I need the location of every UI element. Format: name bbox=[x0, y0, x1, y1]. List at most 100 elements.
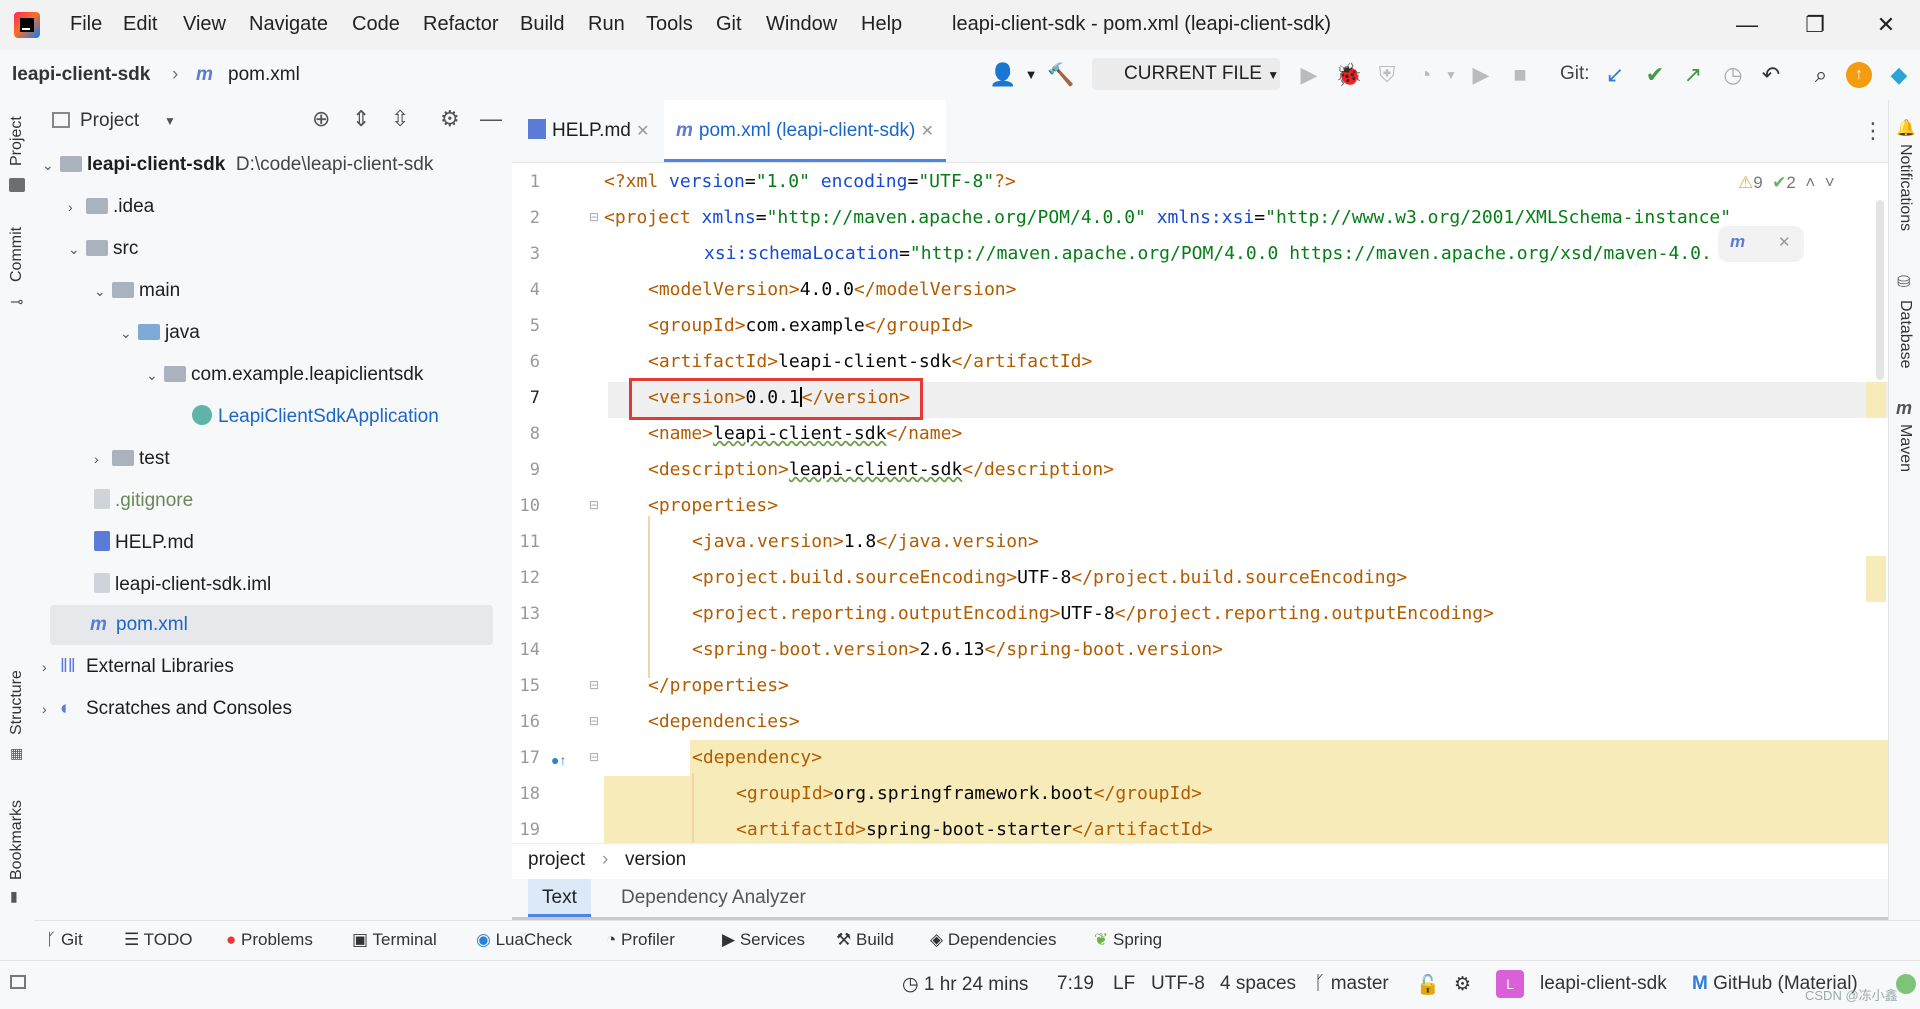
menu-refactor[interactable]: Refactor bbox=[423, 13, 499, 36]
tab-help-md[interactable]: HELP.md ✕ bbox=[516, 100, 662, 162]
tree-item-application[interactable]: LeapiClientSdkApplication bbox=[192, 396, 439, 438]
chevron-down-icon[interactable]: ▼ bbox=[1016, 60, 1046, 90]
chevron-down-icon[interactable]: ▼ bbox=[1436, 60, 1466, 90]
breadcrumb-project[interactable]: leapi-client-sdk bbox=[12, 64, 150, 86]
status-line-separator[interactable]: LF bbox=[1113, 973, 1135, 995]
close-icon[interactable]: ✕ bbox=[1778, 233, 1791, 251]
project-panel-title[interactable]: Project bbox=[80, 110, 139, 132]
run-config-selector[interactable]: CURRENT FILE ▼ bbox=[1092, 58, 1280, 90]
collapse-all-icon[interactable]: ⇳ bbox=[391, 106, 409, 132]
project-tool-tab[interactable]: Project bbox=[8, 116, 26, 166]
notifications-tool-tab[interactable]: Notifications bbox=[1896, 144, 1914, 231]
hide-icon[interactable]: — bbox=[480, 106, 502, 132]
menu-code[interactable]: Code bbox=[352, 13, 400, 36]
git-commit-icon[interactable]: ✔ bbox=[1640, 60, 1670, 90]
database-tool-tab[interactable]: Database bbox=[1896, 300, 1914, 369]
editor-scrollbar[interactable] bbox=[1876, 200, 1884, 380]
tool-services[interactable]: ▶ Services bbox=[722, 930, 805, 950]
tab-dependency-analyzer[interactable]: Dependency Analyzer bbox=[607, 879, 820, 917]
tool-terminal[interactable]: ▣ Terminal bbox=[352, 930, 437, 950]
tree-item-external-libraries[interactable]: › ǁǁ External Libraries bbox=[42, 646, 234, 688]
intellij-logo-icon[interactable] bbox=[14, 12, 40, 38]
tree-item-package[interactable]: ⌄ com.example.leapiclientsdk bbox=[146, 354, 423, 396]
chevron-down-icon[interactable]: ˅ bbox=[1825, 173, 1835, 192]
user-icon[interactable]: 👤 bbox=[988, 60, 1018, 90]
fold-icon[interactable]: ⊟ bbox=[589, 498, 599, 512]
tree-item-help[interactable]: HELP.md bbox=[94, 522, 194, 564]
tab-text[interactable]: Text bbox=[528, 879, 591, 917]
maven-reload-popup[interactable]: m ✕ bbox=[1718, 226, 1804, 262]
more-icon[interactable]: ⋮ bbox=[1862, 118, 1884, 144]
tree-item-src[interactable]: ⌄ src bbox=[68, 228, 138, 270]
build-hammer-icon[interactable]: 🔨 bbox=[1046, 60, 1076, 90]
git-update-icon[interactable]: ↙ bbox=[1600, 60, 1630, 90]
step-icon[interactable]: ▶ bbox=[1466, 60, 1496, 90]
tool-git[interactable]: ᚴ Git bbox=[46, 930, 83, 950]
close-icon[interactable]: ✕ bbox=[636, 123, 649, 140]
tool-spring[interactable]: ❦ Spring bbox=[1094, 930, 1162, 950]
structure-tool-tab[interactable]: Structure bbox=[8, 670, 26, 735]
commit-tool-tab[interactable]: Commit bbox=[8, 227, 26, 282]
breadcrumb-project-tag[interactable]: project bbox=[528, 849, 585, 871]
tree-item-pom[interactable]: m pom.xml bbox=[90, 604, 188, 646]
tree-item-idea[interactable]: › .idea bbox=[68, 186, 154, 228]
rollback-icon[interactable]: ↶ bbox=[1756, 60, 1786, 90]
history-icon[interactable]: ◷ bbox=[1718, 60, 1748, 90]
status-indent[interactable]: 4 spaces bbox=[1220, 973, 1296, 995]
plugin-icon[interactable]: ◆ bbox=[1884, 60, 1914, 90]
maven-tool-tab[interactable]: Maven bbox=[1896, 424, 1914, 472]
run-icon[interactable]: ▶ bbox=[1294, 60, 1324, 90]
tab-pom-xml[interactable]: m pom.xml (leapi-client-sdk) ✕ bbox=[664, 100, 947, 162]
tree-item-iml[interactable]: leapi-client-sdk.iml bbox=[94, 564, 271, 606]
tree-item-gitignore[interactable]: .gitignore bbox=[94, 480, 193, 522]
status-encoding[interactable]: UTF-8 bbox=[1151, 973, 1205, 995]
tree-item-root[interactable]: ⌄ leapi-client-sdk D:\code\leapi-client-s… bbox=[42, 144, 433, 186]
status-time[interactable]: ◷ 1 hr 24 mins bbox=[902, 973, 1028, 996]
restore-button[interactable]: ❐ bbox=[1795, 8, 1835, 42]
tool-problems[interactable]: ● Problems bbox=[226, 930, 313, 950]
bookmarks-tool-tab[interactable]: Bookmarks bbox=[8, 800, 26, 880]
minimize-button[interactable]: — bbox=[1727, 8, 1767, 42]
debug-icon[interactable]: 🐞 bbox=[1334, 60, 1364, 90]
git-push-icon[interactable]: ↗ bbox=[1678, 60, 1708, 90]
lock-icon[interactable]: 🔓 bbox=[1416, 973, 1440, 997]
menu-navigate[interactable]: Navigate bbox=[249, 13, 328, 36]
gear-icon[interactable]: ⚙ bbox=[440, 106, 460, 132]
close-icon[interactable]: ✕ bbox=[921, 123, 934, 140]
coverage-icon[interactable]: ⛨ bbox=[1372, 60, 1402, 90]
fold-icon[interactable]: ⊟ bbox=[589, 714, 599, 728]
expand-all-icon[interactable]: ⇕ bbox=[352, 106, 370, 132]
fold-icon[interactable]: ⊟ bbox=[589, 210, 599, 224]
search-icon[interactable]: ⌕ bbox=[1806, 60, 1836, 90]
breadcrumb-version-tag[interactable]: version bbox=[625, 849, 686, 871]
chevron-up-icon[interactable]: ˄ bbox=[1805, 173, 1815, 192]
menu-help[interactable]: Help bbox=[861, 13, 902, 36]
maven-reload-icon[interactable]: m bbox=[1730, 232, 1745, 252]
tool-todo[interactable]: ☰ TODO bbox=[124, 930, 192, 950]
chevron-down-icon[interactable]: ▼ bbox=[164, 114, 176, 128]
menu-tools[interactable]: Tools bbox=[646, 13, 693, 36]
status-project[interactable]: leapi-client-sdk bbox=[1540, 973, 1667, 995]
update-icon[interactable]: ↑ bbox=[1846, 62, 1872, 88]
breadcrumb-file[interactable]: pom.xml bbox=[228, 64, 300, 86]
tree-item-scratches[interactable]: › ◐ Scratches and Consoles bbox=[42, 688, 292, 730]
menu-run[interactable]: Run bbox=[588, 13, 625, 36]
fold-icon[interactable]: ⊟ bbox=[589, 678, 599, 692]
menu-file[interactable]: File bbox=[70, 13, 102, 36]
stop-icon[interactable]: ■ bbox=[1505, 60, 1535, 90]
layout-toggle-icon[interactable] bbox=[10, 975, 26, 989]
status-branch[interactable]: ᚴ master bbox=[1314, 973, 1389, 995]
tree-item-test[interactable]: › test bbox=[94, 438, 170, 480]
tool-build[interactable]: ⚒ Build bbox=[836, 930, 894, 950]
close-button[interactable]: ✕ bbox=[1866, 8, 1906, 42]
inspection-widget[interactable]: ⚠9 ✔2 ˄ ˅ bbox=[1738, 173, 1835, 193]
menu-edit[interactable]: Edit bbox=[123, 13, 157, 36]
implemented-icon[interactable]: ●↑ bbox=[551, 752, 566, 768]
fold-icon[interactable]: ⊟ bbox=[589, 750, 599, 764]
tool-luacheck[interactable]: ◉ LuaCheck bbox=[476, 930, 572, 950]
menu-view[interactable]: View bbox=[183, 13, 226, 36]
tree-item-main[interactable]: ⌄ main bbox=[94, 270, 180, 312]
tool-profiler[interactable]: ◔ Profiler bbox=[606, 930, 675, 950]
settings-icon[interactable]: ⚙ bbox=[1454, 973, 1471, 996]
status-position[interactable]: 7:19 bbox=[1057, 973, 1094, 995]
